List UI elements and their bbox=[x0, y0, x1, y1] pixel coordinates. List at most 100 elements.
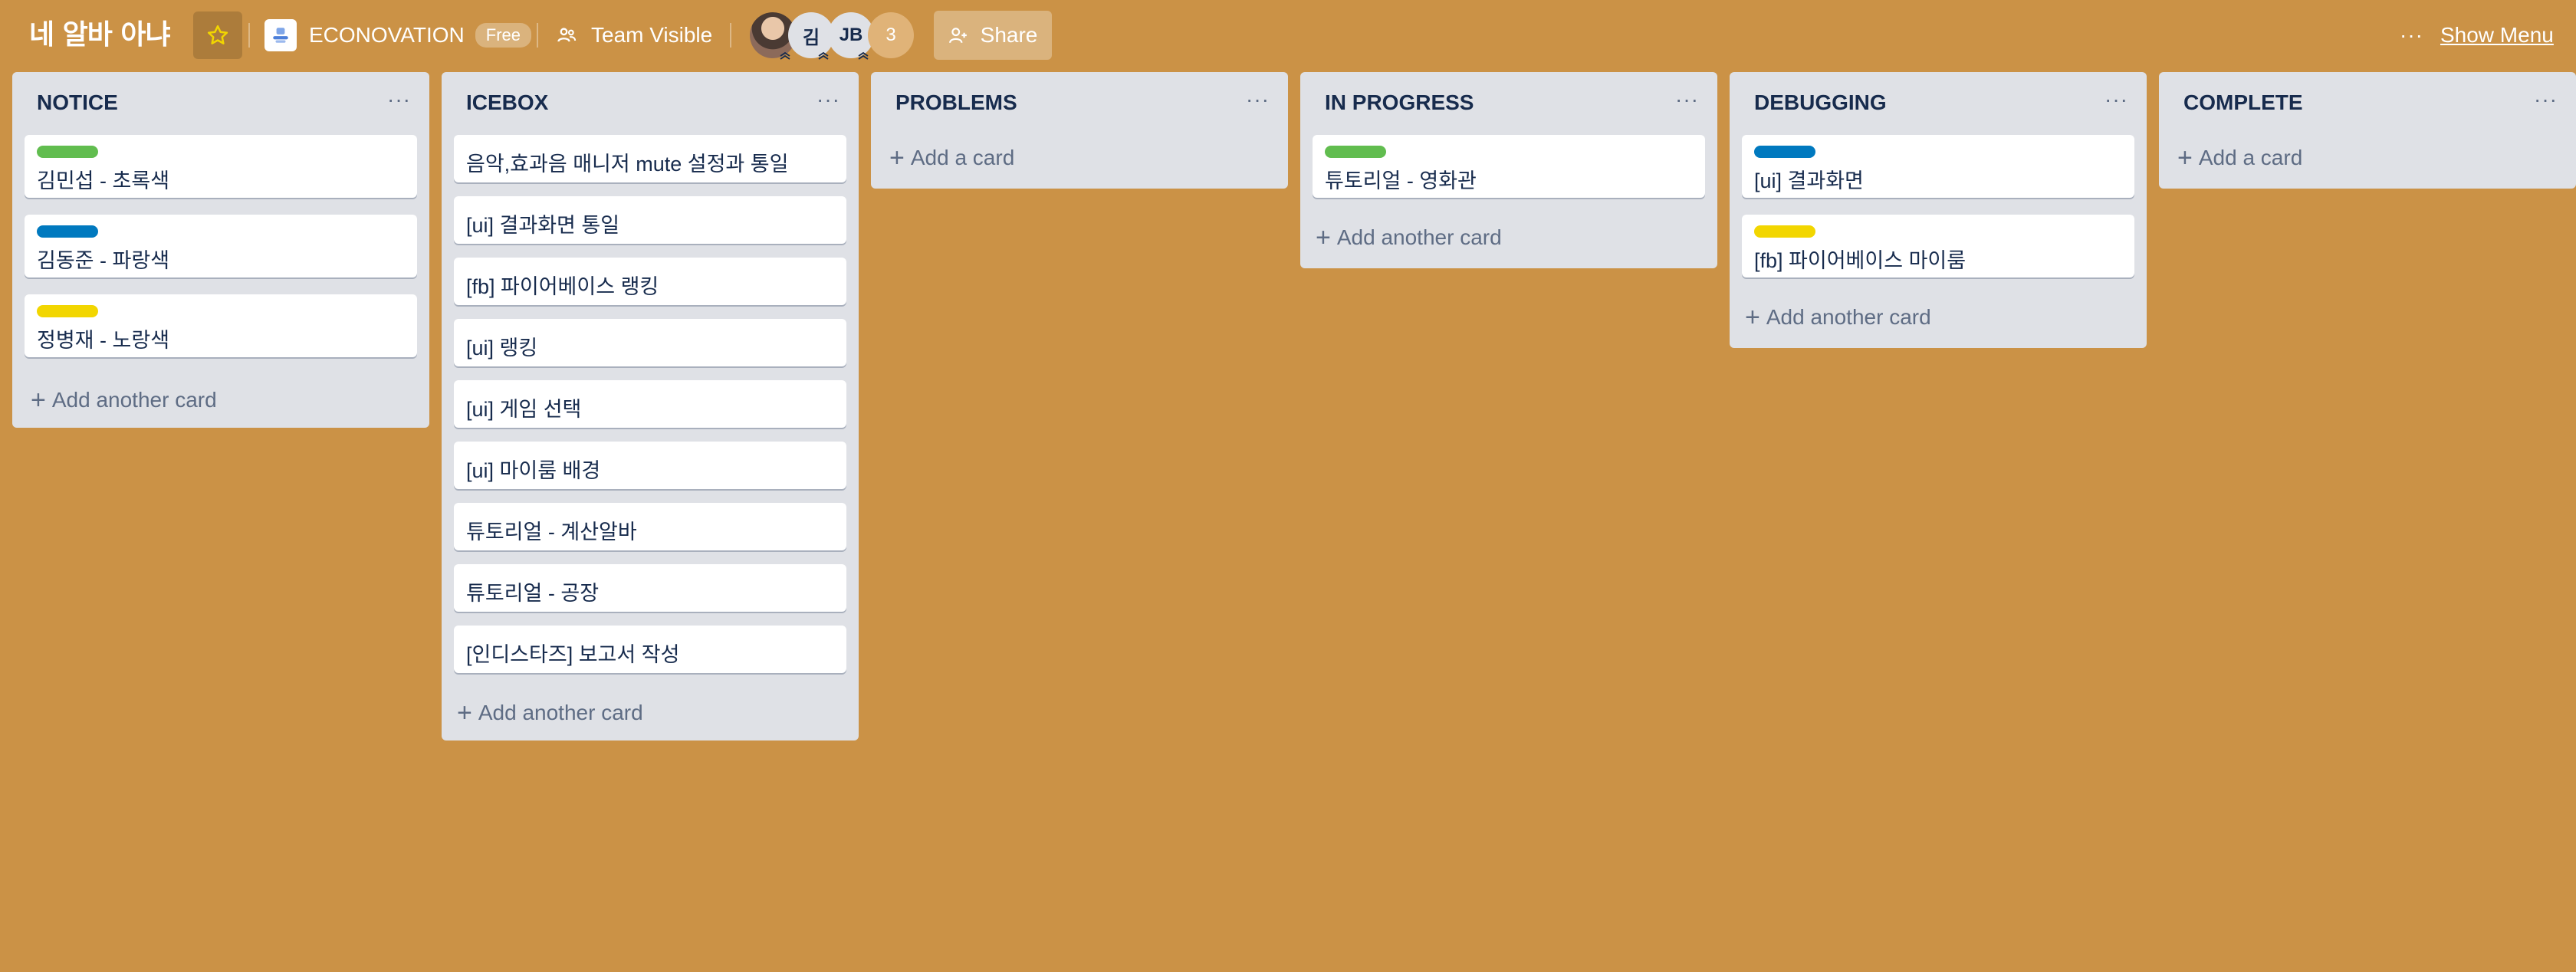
card[interactable]: [인디스타즈] 보고서 작성 bbox=[454, 626, 846, 673]
card-title: [ui] 게임 선택 bbox=[466, 398, 582, 421]
workspace-name: ECONOVATION bbox=[309, 23, 465, 47]
add-card-label: Add another card bbox=[1336, 225, 1502, 249]
card-label-yellow[interactable] bbox=[1754, 225, 1815, 238]
team-visible-icon bbox=[557, 28, 577, 42]
header-divider bbox=[537, 23, 538, 48]
show-menu-label: Show Menu bbox=[2440, 23, 2554, 47]
card[interactable]: 정병재 - 노랑색 bbox=[25, 294, 417, 357]
workspace-plan-badge: Free bbox=[475, 23, 532, 48]
list-menu-icon[interactable]: ··· bbox=[1246, 87, 1270, 112]
card[interactable]: 튜토리얼 - 영화관 bbox=[1313, 135, 1705, 198]
list-title[interactable]: DEBUGGING bbox=[1754, 90, 1887, 115]
list-menu-icon[interactable]: ··· bbox=[2104, 87, 2128, 112]
plus-icon: + bbox=[1745, 303, 1760, 332]
card-title: 튜토리얼 - 영화관 bbox=[1325, 169, 1477, 192]
card[interactable]: 김동준 - 파랑색 bbox=[25, 215, 417, 277]
add-card-button[interactable]: + Add another card bbox=[1316, 218, 1502, 258]
card-title: 정병재 - 노랑색 bbox=[37, 329, 170, 352]
card-title: 김민섭 - 초록색 bbox=[37, 169, 170, 192]
card-title: [ui] 결과화면 bbox=[1754, 169, 1864, 192]
list-in-progress: IN PROGRESS ··· 튜토리얼 - 영화관 + Add another… bbox=[1300, 72, 1717, 268]
card[interactable]: 튜토리얼 - 계산알바 bbox=[454, 503, 846, 550]
list-icebox: ICEBOX ··· 음악,효과음 매니저 mute 설정과 통일 [ui] 결… bbox=[442, 72, 859, 740]
card-title: 음악,효과음 매니저 mute 설정과 통일 bbox=[466, 153, 789, 176]
list-header[interactable]: DEBUGGING ··· bbox=[1730, 72, 2147, 135]
card[interactable]: 튜토리얼 - 공장 bbox=[454, 564, 846, 612]
card-label-green[interactable] bbox=[37, 146, 98, 158]
card[interactable]: [ui] 마이룸 배경 bbox=[454, 442, 846, 489]
add-card-label: Add a card bbox=[2198, 146, 2303, 169]
list-header[interactable]: COMPLETE ··· bbox=[2159, 72, 2576, 135]
add-card-button[interactable]: + Add another card bbox=[31, 380, 217, 420]
visibility-button[interactable]: Team Visible bbox=[556, 17, 712, 54]
avatar[interactable]: 김 bbox=[788, 12, 834, 60]
card-label-blue[interactable] bbox=[1754, 146, 1815, 158]
list-debugging: DEBUGGING ··· [ui] 결과화면 [fb] 파이어베이스 마이룸 … bbox=[1730, 72, 2147, 348]
avatar-initials: 김 bbox=[802, 27, 820, 48]
show-menu-button[interactable]: ··· Show Menu bbox=[2400, 17, 2554, 54]
card-title: [ui] 랭킹 bbox=[466, 337, 538, 360]
card[interactable]: 음악,효과음 매니저 mute 설정과 통일 bbox=[454, 135, 846, 182]
card-title: [인디스타즈] 보고서 작성 bbox=[466, 643, 680, 666]
list-title[interactable]: COMPLETE bbox=[2183, 90, 2303, 115]
card-title: [ui] 결과화면 통일 bbox=[466, 214, 620, 237]
list-title[interactable]: IN PROGRESS bbox=[1325, 90, 1474, 115]
list-header[interactable]: NOTICE ··· bbox=[12, 72, 429, 135]
plus-icon: + bbox=[889, 143, 905, 172]
list-notice: NOTICE ··· 김민섭 - 초록색 김동준 - 파랑색 정병재 - 노랑색… bbox=[12, 72, 429, 428]
plus-icon: + bbox=[1316, 223, 1331, 252]
card-label-yellow[interactable] bbox=[37, 305, 98, 317]
list-menu-icon[interactable]: ··· bbox=[1675, 87, 1699, 112]
add-card-button[interactable]: + Add a card bbox=[2177, 138, 2302, 178]
list-menu-icon[interactable]: ··· bbox=[2534, 87, 2558, 112]
list-header[interactable]: ICEBOX ··· bbox=[442, 72, 859, 135]
star-board-button[interactable] bbox=[193, 11, 242, 59]
workspace-button[interactable]: ECONOVATION Free bbox=[264, 17, 532, 54]
admin-chevron-icon bbox=[818, 51, 829, 60]
member-avatars: 김 JB 3 bbox=[750, 12, 918, 60]
star-icon bbox=[207, 25, 228, 44]
plus-icon: + bbox=[31, 386, 46, 415]
workspace-icon bbox=[273, 28, 288, 43]
list-menu-icon[interactable]: ··· bbox=[387, 87, 411, 112]
plus-icon: + bbox=[2177, 143, 2193, 172]
workspace-logo bbox=[264, 19, 297, 51]
more-icon: ··· bbox=[2400, 23, 2423, 47]
list-header[interactable]: PROBLEMS ··· bbox=[871, 72, 1288, 135]
list-title[interactable]: NOTICE bbox=[37, 90, 118, 115]
visibility-label: Team Visible bbox=[591, 23, 713, 47]
card[interactable]: [ui] 결과화면 통일 bbox=[454, 196, 846, 244]
card-title: 튜토리얼 - 공장 bbox=[466, 582, 600, 605]
list-title[interactable]: ICEBOX bbox=[466, 90, 548, 115]
card-title: [fb] 파이어베이스 랭킹 bbox=[466, 275, 659, 298]
member-overflow-count[interactable]: 3 bbox=[868, 12, 914, 58]
card-label-green[interactable] bbox=[1325, 146, 1386, 158]
board-title[interactable]: 네 알바 아냐 bbox=[29, 17, 171, 54]
card-title: [ui] 마이룸 배경 bbox=[466, 459, 601, 482]
avatar[interactable]: JB bbox=[828, 12, 874, 60]
card-label-blue[interactable] bbox=[37, 225, 98, 238]
list-title[interactable]: PROBLEMS bbox=[895, 90, 1017, 115]
card[interactable]: [ui] 결과화면 bbox=[1742, 135, 2134, 198]
add-card-button[interactable]: + Add another card bbox=[1745, 297, 1931, 337]
card[interactable]: [ui] 랭킹 bbox=[454, 319, 846, 366]
card-title: [fb] 파이어베이스 마이룸 bbox=[1754, 249, 1967, 272]
add-card-button[interactable]: + Add another card bbox=[457, 693, 643, 733]
list-menu-icon[interactable]: ··· bbox=[816, 87, 840, 112]
share-icon bbox=[948, 28, 967, 44]
share-button[interactable]: Share bbox=[934, 11, 1052, 60]
add-card-button[interactable]: + Add a card bbox=[889, 138, 1014, 178]
add-card-label: Add another card bbox=[1766, 305, 1931, 329]
card[interactable]: 김민섭 - 초록색 bbox=[25, 135, 417, 198]
board-header: 네 알바 아냐 ECONOVATION Free Team Visible 김 … bbox=[0, 0, 2576, 71]
card[interactable]: [ui] 게임 선택 bbox=[454, 380, 846, 428]
share-label: Share bbox=[980, 23, 1038, 47]
plus-icon: + bbox=[457, 698, 472, 727]
card[interactable]: [fb] 파이어베이스 마이룸 bbox=[1742, 215, 2134, 277]
header-divider bbox=[248, 23, 250, 48]
list-problems: PROBLEMS ··· + Add a card bbox=[871, 72, 1288, 189]
card[interactable]: [fb] 파이어베이스 랭킹 bbox=[454, 258, 846, 305]
add-card-label: Add another card bbox=[478, 701, 643, 724]
list-header[interactable]: IN PROGRESS ··· bbox=[1300, 72, 1717, 135]
add-card-label: Add a card bbox=[910, 146, 1015, 169]
